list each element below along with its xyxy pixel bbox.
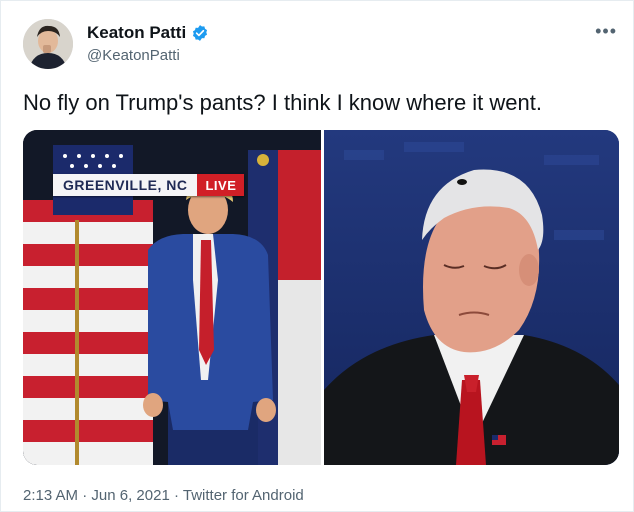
photo-right[interactable]: [324, 130, 619, 465]
tweet-text: No fly on Trump's pants? I think I know …: [23, 90, 542, 115]
display-name[interactable]: Keaton Patti: [87, 23, 186, 43]
handle[interactable]: @KeatonPatti: [87, 47, 180, 64]
chyron-location: GREENVILLE, NC: [53, 174, 198, 196]
media-grid[interactable]: GREENVILLE, NC LIVE: [23, 130, 619, 465]
meta-separator: ·: [78, 487, 92, 504]
verified-badge-icon: [191, 24, 209, 42]
fly: [457, 179, 467, 185]
avatar[interactable]: [23, 19, 73, 69]
more-dots-icon[interactable]: •••: [595, 21, 617, 42]
photo-left[interactable]: GREENVILLE, NC LIVE: [23, 130, 321, 465]
author-row: Keaton Patti: [87, 23, 209, 43]
tweet-meta: 2:13 AM · Jun 6, 2021 · Twitter for Andr…: [23, 487, 304, 504]
debate-photo: [324, 130, 619, 465]
news-chyron: GREENVILLE, NC LIVE: [53, 174, 245, 196]
avatar-photo: [23, 19, 73, 69]
meta-separator: ·: [169, 487, 183, 504]
tweet-time[interactable]: 2:13 AM: [23, 487, 78, 504]
live-badge: LIVE: [197, 174, 245, 196]
tweet-card: Keaton Patti @KeatonPatti ••• No fly on …: [0, 0, 634, 512]
tweet-date[interactable]: Jun 6, 2021: [91, 487, 169, 504]
tweet-source[interactable]: Twitter for Android: [183, 487, 304, 504]
